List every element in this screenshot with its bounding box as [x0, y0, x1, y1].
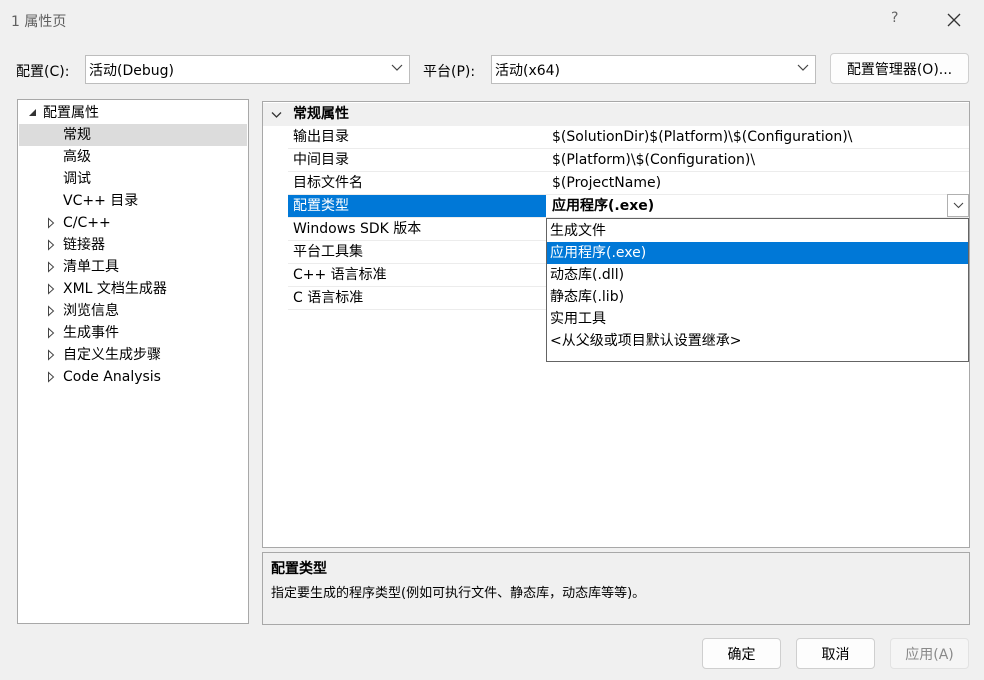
tree-item-label: 自定义生成步骤	[63, 347, 161, 363]
tree-item-label: C/C++	[63, 215, 111, 231]
description-text: 指定要生成的程序类型(例如可执行文件、静态库，动态库等等)。	[271, 586, 646, 601]
config-combo[interactable]: 活动(Debug)	[85, 55, 410, 84]
property-name: 输出目录	[293, 129, 349, 145]
tree-item-label: 高级	[63, 149, 91, 165]
tree-item-label: 调试	[63, 171, 91, 187]
property-name: C 语言标准	[293, 290, 364, 306]
tree-item-c-cpp[interactable]: C/C++	[19, 212, 247, 234]
tree-item-linker[interactable]: 链接器	[19, 234, 247, 256]
collapsed-arrow-icon[interactable]	[46, 234, 56, 256]
dropdown-option-static-library[interactable]: 静态库(.lib)	[547, 286, 968, 308]
collapsed-arrow-icon[interactable]	[46, 300, 56, 322]
expanded-arrow-icon[interactable]	[27, 102, 37, 124]
tree-item-label: 生成事件	[63, 325, 119, 341]
property-row-configuration-type[interactable]: 配置类型 应用程序(.exe)	[288, 195, 969, 218]
property-name: 平台工具集	[293, 244, 363, 260]
tree-item-advanced[interactable]: 高级	[19, 146, 247, 168]
chevron-down-icon	[953, 202, 963, 209]
category-tree: 配置属性 常规 高级 调试 VC++ 目录 C/C++ 链接器 清单工具 XML…	[17, 99, 249, 624]
title-bar: 1 属性页 ?	[0, 0, 984, 40]
dropdown-option-utility[interactable]: 实用工具	[547, 308, 968, 330]
property-row-intermediate-dir[interactable]: 中间目录 $(Platform)\$(Configuration)\	[288, 149, 969, 172]
tree-item-general[interactable]: 常规	[19, 124, 247, 146]
tree-item-label: Code Analysis	[63, 369, 161, 385]
dropdown-option-application[interactable]: 应用程序(.exe)	[547, 242, 968, 264]
cancel-button[interactable]: 取消	[796, 638, 875, 669]
collapsed-arrow-icon[interactable]	[46, 344, 56, 366]
tree-item-label: VC++ 目录	[63, 193, 139, 209]
platform-combo[interactable]: 活动(x64)	[491, 55, 816, 84]
property-name: 配置类型	[288, 195, 546, 217]
dropdown-option-makefile[interactable]: 生成文件	[547, 220, 968, 242]
config-manager-button[interactable]: 配置管理器(O)...	[830, 53, 969, 84]
tree-item-manifest-tool[interactable]: 清单工具	[19, 256, 247, 278]
description-title: 配置类型	[271, 561, 327, 577]
tree-item-label: 链接器	[63, 237, 105, 253]
tree-item-xml-doc-generator[interactable]: XML 文档生成器	[19, 278, 247, 300]
collapsed-arrow-icon[interactable]	[46, 256, 56, 278]
chevron-down-icon[interactable]	[271, 111, 282, 119]
tree-item-label: 常规	[63, 127, 91, 143]
chevron-down-icon	[391, 64, 403, 71]
tree-item-custom-build-step[interactable]: 自定义生成步骤	[19, 344, 247, 366]
close-icon	[947, 13, 961, 27]
dropdown-option-inherit[interactable]: <从父级或项目默认设置继承>	[547, 330, 968, 352]
apply-button[interactable]: 应用(A)	[890, 638, 969, 669]
description-panel: 配置类型 指定要生成的程序类型(例如可执行文件、静态库，动态库等等)。	[262, 552, 970, 625]
collapsed-arrow-icon[interactable]	[46, 212, 56, 234]
close-button[interactable]	[938, 5, 970, 35]
dropdown-option-dynamic-library[interactable]: 动态库(.dll)	[547, 264, 968, 286]
property-row-target-name[interactable]: 目标文件名 $(ProjectName)	[288, 172, 969, 195]
tree-item-label: 配置属性	[43, 105, 99, 121]
platform-value: 活动(x64)	[495, 63, 561, 79]
tree-item-config-properties[interactable]: 配置属性	[19, 102, 247, 124]
tree-item-label: 浏览信息	[63, 303, 119, 319]
collapsed-arrow-icon[interactable]	[46, 278, 56, 300]
property-name: 目标文件名	[293, 175, 363, 191]
help-button[interactable]: ?	[891, 10, 898, 26]
chevron-down-icon	[797, 64, 809, 71]
property-name: 中间目录	[293, 152, 349, 168]
property-name: Windows SDK 版本	[293, 221, 422, 237]
window-title: 1 属性页	[11, 14, 67, 30]
tree-item-build-events[interactable]: 生成事件	[19, 322, 247, 344]
category-title: 常规属性	[293, 106, 349, 122]
ok-button[interactable]: 确定	[702, 638, 781, 669]
property-value[interactable]: $(SolutionDir)$(Platform)\$(Configuratio…	[551, 126, 969, 148]
property-value[interactable]: 应用程序(.exe)	[551, 195, 969, 217]
property-name: C++ 语言标准	[293, 267, 387, 283]
tree-item-code-analysis[interactable]: Code Analysis	[19, 366, 247, 388]
tree-item-vc-directories[interactable]: VC++ 目录	[19, 190, 247, 212]
config-label: 配置(C):	[16, 64, 70, 80]
collapsed-arrow-icon[interactable]	[46, 322, 56, 344]
platform-label: 平台(P):	[423, 64, 476, 80]
property-value[interactable]: $(ProjectName)	[551, 172, 969, 194]
tree-item-browse-info[interactable]: 浏览信息	[19, 300, 247, 322]
configuration-type-dropdown: 生成文件 应用程序(.exe) 动态库(.dll) 静态库(.lib) 实用工具…	[546, 218, 969, 362]
collapsed-arrow-icon[interactable]	[46, 366, 56, 388]
property-row-output-dir[interactable]: 输出目录 $(SolutionDir)$(Platform)\$(Configu…	[288, 126, 969, 149]
tree-item-label: XML 文档生成器	[63, 281, 167, 297]
property-value[interactable]: $(Platform)\$(Configuration)\	[551, 149, 969, 171]
tree-item-label: 清单工具	[63, 259, 119, 275]
tree-item-debugging[interactable]: 调试	[19, 168, 247, 190]
configuration-type-dropdown-button[interactable]	[947, 194, 969, 217]
config-value: 活动(Debug)	[89, 63, 174, 79]
category-header[interactable]: 常规属性	[263, 103, 969, 126]
